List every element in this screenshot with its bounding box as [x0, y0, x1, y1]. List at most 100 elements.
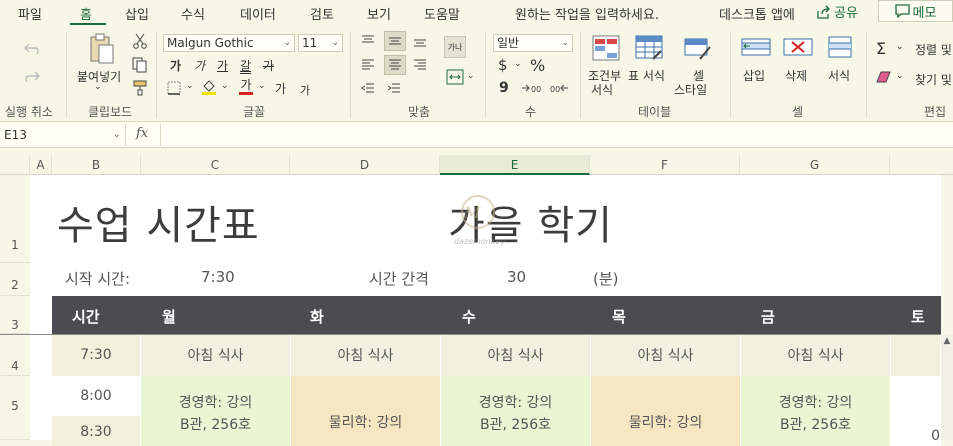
chevron-down-icon[interactable]: ⌄ — [258, 81, 266, 91]
insert-cells-label[interactable]: 삽입 — [743, 67, 765, 84]
column-header-b[interactable]: B — [52, 155, 141, 175]
time-cell[interactable]: 8:30 — [52, 416, 141, 446]
chevron-down-icon[interactable]: ⌄ — [514, 59, 522, 69]
format-painter-icon[interactable] — [131, 79, 149, 97]
delete-cells-icon[interactable] — [782, 34, 814, 60]
interval-value[interactable]: 30 — [507, 268, 526, 286]
column-header-g[interactable]: G — [740, 155, 890, 175]
decrease-indent-icon[interactable] — [358, 80, 378, 98]
undo-icon[interactable] — [22, 40, 42, 58]
schedule-cell[interactable]: 아침 식사 — [741, 334, 891, 376]
time-cell[interactable]: 8:00 — [52, 376, 141, 416]
class-cell[interactable]: 경영학: 강의 B관, 256호 — [441, 376, 591, 446]
conditional-formatting-label-2[interactable]: 서식 — [591, 81, 613, 98]
chevron-down-icon[interactable]: ⌄ — [896, 71, 904, 81]
comma-style-button[interactable]: 9 — [499, 80, 509, 96]
autosum-button[interactable]: Σ — [876, 39, 886, 58]
scroll-up-arrow-icon[interactable]: ▲ — [941, 336, 953, 350]
chevron-down-icon[interactable]: ⌄ — [467, 71, 475, 81]
italic-button[interactable]: 가 — [194, 57, 205, 74]
delete-cells-label[interactable]: 삭제 — [785, 67, 807, 84]
fill-color-icon[interactable] — [200, 78, 218, 96]
open-desktop-app-link[interactable]: 데스크톱 앱에 — [719, 4, 795, 23]
tab-home[interactable]: 홈 — [80, 4, 92, 23]
wrap-text-icon[interactable]: 가나 — [444, 36, 466, 58]
row-header-2[interactable]: 2 — [0, 263, 30, 296]
chevron-down-icon[interactable]: ⌄ — [896, 42, 904, 52]
borders-icon[interactable] — [165, 80, 183, 96]
chevron-down-icon[interactable]: ⌄ — [186, 81, 194, 91]
cell-styles-icon[interactable] — [683, 34, 713, 62]
currency-button[interactable]: $ — [498, 56, 508, 74]
cell-styles-label-2[interactable]: 스타일 — [674, 81, 707, 98]
conditional-formatting-icon[interactable] — [591, 34, 621, 62]
class-cell[interactable]: 물리학: 강의 — [591, 376, 741, 446]
schedule-cell-saturday[interactable] — [891, 334, 941, 376]
schedule-cell[interactable]: 아침 식사 — [141, 334, 291, 376]
start-time-value[interactable]: 7:30 — [201, 268, 235, 286]
format-cells-label[interactable]: 서식 — [828, 67, 850, 84]
vertical-scrollbar[interactable] — [941, 335, 953, 440]
row-header-3[interactable]: 3 — [0, 296, 30, 334]
schedule-cell[interactable]: 아침 식사 — [591, 334, 741, 376]
formula-input[interactable] — [160, 124, 953, 146]
align-right-icon[interactable] — [410, 56, 430, 74]
clear-eraser-icon[interactable] — [875, 70, 893, 84]
column-header-d[interactable]: D — [290, 155, 440, 175]
insert-cells-icon[interactable] — [740, 34, 772, 60]
number-format-select[interactable]: 일반 ⌄ — [493, 34, 573, 52]
column-header-f[interactable]: F — [590, 155, 740, 175]
class-cell[interactable]: 경영학: 강의 B관, 256호 — [741, 376, 891, 446]
schedule-cell[interactable]: 아침 식사 — [441, 334, 591, 376]
column-header-c[interactable]: C — [141, 155, 290, 175]
class-cell[interactable]: 경영학: 강의 B관, 256호 — [141, 376, 291, 446]
row-header-5[interactable]: 5 — [0, 376, 30, 440]
align-center-icon[interactable] — [384, 55, 406, 75]
align-bottom-icon[interactable] — [410, 32, 430, 50]
format-as-table-label[interactable]: 표 서식 — [628, 67, 665, 84]
row-header-1[interactable]: 1 — [0, 175, 30, 263]
redo-icon[interactable] — [22, 68, 42, 86]
format-as-table-icon[interactable] — [634, 34, 664, 62]
align-left-icon[interactable] — [358, 56, 378, 74]
font-name-select[interactable]: Malgun Gothic ⌄ — [163, 34, 295, 52]
chevron-down-icon[interactable]: ⌄ — [221, 81, 229, 91]
find-select-button[interactable]: 찾기 및 — [915, 71, 952, 88]
column-header-e[interactable]: E — [440, 155, 590, 175]
decrease-decimal-icon[interactable]: 00 — [548, 80, 570, 96]
select-all-corner[interactable] — [0, 155, 30, 175]
tab-data[interactable]: 데이터 — [240, 4, 276, 23]
tab-view[interactable]: 보기 — [367, 4, 391, 23]
tab-review[interactable]: 검토 — [310, 4, 334, 23]
insert-function-icon[interactable]: fx — [136, 126, 148, 141]
strikethrough-button[interactable]: 가 — [263, 57, 274, 74]
shrink-font-button[interactable]: 가 — [300, 82, 310, 98]
font-color-icon[interactable]: 가 — [238, 78, 254, 96]
double-underline-button[interactable]: 갈 — [240, 57, 251, 74]
row-header-4[interactable]: 4 — [0, 334, 30, 376]
time-cell[interactable]: 7:30 — [52, 334, 141, 376]
bold-button[interactable]: 가 — [170, 57, 181, 74]
paste-dropdown-chevron-icon[interactable]: ⌄ — [94, 82, 102, 92]
paste-icon[interactable] — [86, 32, 116, 66]
font-size-select[interactable]: 11 ⌄ — [298, 34, 343, 52]
align-top-icon[interactable] — [358, 32, 378, 50]
merge-center-icon[interactable] — [444, 66, 466, 88]
percent-button[interactable]: % — [530, 56, 545, 75]
name-box[interactable]: E13 ⌄ — [0, 124, 126, 146]
underline-button[interactable]: 가 — [217, 57, 228, 74]
column-header-a[interactable]: A — [30, 155, 52, 175]
sort-filter-button[interactable]: 정렬 및 — [915, 41, 952, 58]
tab-file[interactable]: 파일 — [18, 4, 42, 23]
tab-insert[interactable]: 삽입 — [125, 4, 149, 23]
increase-indent-icon[interactable] — [384, 80, 404, 98]
grow-font-button[interactable]: 가 — [275, 80, 286, 97]
schedule-cell-saturday[interactable]: 0 — [891, 376, 941, 446]
comments-button[interactable]: 메모 — [878, 0, 953, 22]
increase-decimal-icon[interactable]: 00 — [520, 80, 542, 96]
tab-formulas[interactable]: 수식 — [181, 4, 205, 23]
cut-icon[interactable] — [131, 32, 149, 50]
copy-icon[interactable] — [131, 56, 149, 74]
schedule-cell[interactable]: 아침 식사 — [291, 334, 441, 376]
share-button[interactable]: 공유 — [816, 2, 858, 21]
